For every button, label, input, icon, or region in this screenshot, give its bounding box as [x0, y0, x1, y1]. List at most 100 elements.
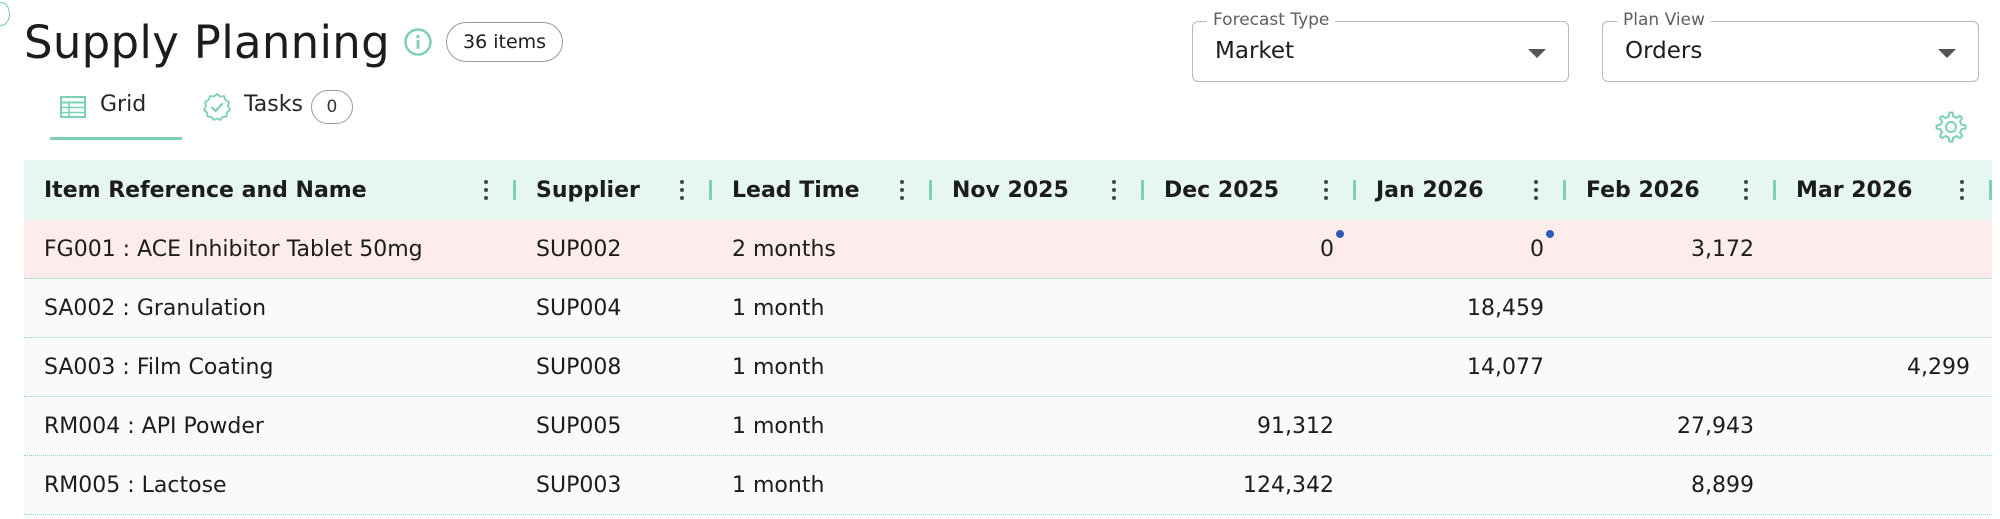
cell-feb-2026[interactable]: 27,943	[1566, 397, 1776, 455]
forecast-type-value: Market	[1215, 38, 1295, 64]
cell-value: 124,342	[1243, 472, 1334, 498]
cell-nov-2025[interactable]	[932, 338, 1144, 396]
cell-mar-2026[interactable]	[1776, 397, 1992, 455]
cell-supplier[interactable]: SUP003	[516, 456, 712, 514]
kebab-menu-icon[interactable]	[898, 178, 906, 202]
cell-dec-2025[interactable]	[1144, 279, 1356, 337]
table-row[interactable]: SA003 : Film Coating SUP008 1 month 14,0…	[24, 338, 1992, 397]
kebab-menu-icon[interactable]	[1958, 178, 1966, 202]
kebab-menu-icon[interactable]	[1742, 178, 1750, 202]
cell-nov-2025[interactable]	[932, 220, 1144, 278]
kebab-menu-icon[interactable]	[1322, 178, 1330, 202]
cell-lead-time[interactable]: 1 month	[712, 456, 932, 514]
cell-nov-2025[interactable]	[932, 456, 1144, 514]
cell-nov-2025[interactable]	[932, 279, 1144, 337]
table-row[interactable]: RM005 : Lactose SUP003 1 month 124,342 8…	[24, 456, 1992, 515]
column-header-jan-2026[interactable]: Jan 2026	[1356, 160, 1566, 220]
column-header-label: Lead Time	[732, 177, 860, 203]
table-row[interactable]: FG001 : ACE Inhibitor Tablet 50mg SUP002…	[24, 220, 1992, 279]
cell-feb-2026[interactable]	[1566, 279, 1776, 337]
cell-item[interactable]: RM004 : API Powder	[24, 397, 516, 455]
cell-dec-2025[interactable]: 91,312	[1144, 397, 1356, 455]
kebab-menu-icon[interactable]	[678, 178, 686, 202]
cell-jan-2026[interactable]	[1356, 456, 1566, 514]
grid-header-row: Item Reference and Name Supplier Lead Ti…	[24, 160, 1992, 220]
column-header-feb-2026[interactable]: Feb 2026	[1566, 160, 1776, 220]
cell-value: 18,459	[1467, 295, 1544, 321]
cell-lead-time[interactable]: 1 month	[712, 338, 932, 396]
column-header-label: Feb 2026	[1586, 177, 1700, 203]
column-header-lead-time[interactable]: Lead Time	[712, 160, 932, 220]
forecast-type-select[interactable]: Forecast Type Market	[1192, 10, 1569, 82]
cell-value: 3,172	[1691, 236, 1754, 262]
column-header-item[interactable]: Item Reference and Name	[24, 160, 516, 220]
cell-mar-2026[interactable]	[1776, 220, 1992, 278]
kebab-menu-icon[interactable]	[1532, 178, 1540, 202]
table-icon	[58, 92, 88, 122]
column-header-dec-2025[interactable]: Dec 2025	[1144, 160, 1356, 220]
cell-feb-2026[interactable]: 8,899	[1566, 456, 1776, 514]
column-header-label: Mar 2026	[1796, 177, 1913, 203]
cell-item[interactable]: SA003 : Film Coating	[24, 338, 516, 396]
note-indicator-dot	[1336, 230, 1344, 238]
page-title: Supply Planning	[24, 15, 390, 69]
page-header: Supply Planning 36 items	[24, 12, 564, 72]
plan-view-select[interactable]: Plan View Orders	[1602, 10, 1979, 82]
cell-supplier[interactable]: SUP004	[516, 279, 712, 337]
cell-value: 4,299	[1907, 354, 1970, 380]
cell-jan-2026[interactable]: 18,459	[1356, 279, 1566, 337]
info-icon[interactable]	[402, 26, 434, 58]
tab-tasks[interactable]: Tasks 0	[194, 84, 361, 140]
tab-grid[interactable]: Grid	[50, 84, 182, 140]
cell-feb-2026[interactable]	[1566, 338, 1776, 396]
cell-item[interactable]: SA002 : Granulation	[24, 279, 516, 337]
corner-decoration	[0, 2, 10, 26]
column-header-nov-2025[interactable]: Nov 2025	[932, 160, 1144, 220]
caret-down-icon	[1528, 49, 1546, 58]
cell-dec-2025[interactable]: 124,342	[1144, 456, 1356, 514]
cell-item[interactable]: RM005 : Lactose	[24, 456, 516, 514]
column-header-label: Item Reference and Name	[44, 177, 367, 203]
cell-feb-2026[interactable]: 3,172	[1566, 220, 1776, 278]
cell-lead-time[interactable]: 2 months	[712, 220, 932, 278]
cell-dec-2025[interactable]	[1144, 338, 1356, 396]
cell-mar-2026[interactable]	[1776, 456, 1992, 514]
cell-value: 0	[1320, 236, 1334, 262]
check-badge-icon	[202, 92, 232, 122]
cell-nov-2025[interactable]	[932, 397, 1144, 455]
tab-grid-label: Grid	[100, 92, 147, 117]
cell-jan-2026[interactable]	[1356, 397, 1566, 455]
cell-lead-time[interactable]: 1 month	[712, 279, 932, 337]
kebab-menu-icon[interactable]	[482, 178, 490, 202]
cell-mar-2026[interactable]	[1776, 279, 1992, 337]
table-row[interactable]: RM004 : API Powder SUP005 1 month 91,312…	[24, 397, 1992, 456]
cell-supplier[interactable]: SUP005	[516, 397, 712, 455]
column-header-label: Dec 2025	[1164, 177, 1280, 203]
note-indicator-dot	[1546, 230, 1554, 238]
forecast-type-label: Forecast Type	[1207, 10, 1336, 30]
supply-grid: Item Reference and Name Supplier Lead Ti…	[24, 160, 1992, 515]
gear-icon[interactable]	[1934, 110, 1968, 144]
column-header-label: Supplier	[536, 177, 640, 203]
column-resize-handle[interactable]	[1989, 180, 1992, 200]
column-header-mar-2026[interactable]: Mar 2026	[1776, 160, 1992, 220]
cell-dec-2025[interactable]: 0	[1144, 220, 1356, 278]
cell-supplier[interactable]: SUP008	[516, 338, 712, 396]
item-count-badge: 36 items	[446, 22, 564, 62]
cell-lead-time[interactable]: 1 month	[712, 397, 932, 455]
kebab-menu-icon[interactable]	[1110, 178, 1118, 202]
cell-value: 91,312	[1257, 413, 1334, 439]
cell-item[interactable]: FG001 : ACE Inhibitor Tablet 50mg	[24, 220, 516, 278]
column-header-supplier[interactable]: Supplier	[516, 160, 712, 220]
table-row[interactable]: SA002 : Granulation SUP004 1 month 18,45…	[24, 279, 1992, 338]
column-header-label: Nov 2025	[952, 177, 1069, 203]
plan-view-label: Plan View	[1617, 10, 1711, 30]
cell-supplier[interactable]: SUP002	[516, 220, 712, 278]
cell-jan-2026[interactable]: 0	[1356, 220, 1566, 278]
cell-mar-2026[interactable]: 4,299	[1776, 338, 1992, 396]
cell-jan-2026[interactable]: 14,077	[1356, 338, 1566, 396]
cell-value: 8,899	[1691, 472, 1754, 498]
tasks-count-badge: 0	[310, 90, 353, 124]
tab-tasks-label: Tasks	[244, 92, 303, 117]
cell-value: 27,943	[1677, 413, 1754, 439]
